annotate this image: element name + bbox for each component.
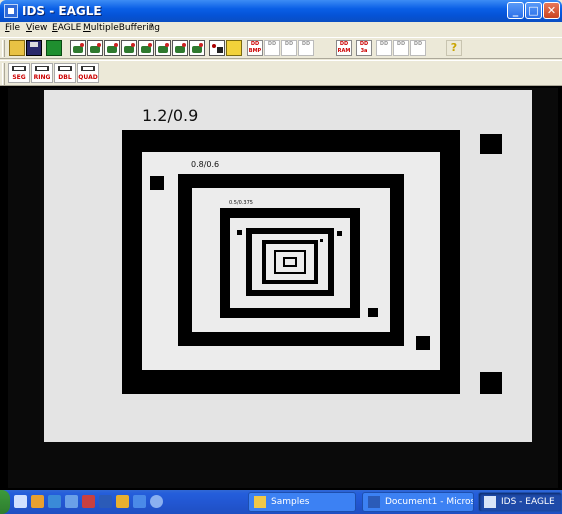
minimize-button[interactable]: _	[507, 2, 524, 19]
taskbar-button-ids-eagle[interactable]: IDS - EAGLE	[478, 492, 562, 512]
dd-red-2-icon[interactable]: DD RAM	[336, 40, 352, 56]
quicklaunch-icon-5[interactable]	[82, 495, 95, 508]
dd-grey-3-icon[interactable]: DD	[298, 40, 314, 56]
toolbar-grip[interactable]	[2, 40, 5, 57]
snapshot-icon[interactable]	[226, 40, 242, 56]
task-label: Document1 - Microsof...	[385, 497, 473, 507]
taskbar: Samples Document1 - Microsof... IDS - EA…	[0, 490, 562, 514]
calibration-target-image: 1.2/0.9 0.8/0.6 0.5/0.375	[8, 88, 558, 488]
quicklaunch-ie-icon[interactable]	[48, 495, 61, 508]
dbl-button[interactable]: DBL	[54, 63, 76, 83]
quicklaunch-icon-1[interactable]	[14, 495, 27, 508]
menu-file[interactable]: File	[5, 23, 20, 33]
dd-bmp-icon[interactable]: DD BMP	[247, 40, 263, 56]
maximize-button[interactable]: □	[525, 2, 542, 19]
quicklaunch-word-icon[interactable]	[99, 495, 112, 508]
ring-button[interactable]: RING	[31, 63, 53, 83]
camera-8-icon[interactable]	[189, 40, 205, 56]
menu-view[interactable]: View	[26, 23, 47, 33]
toolbar-grip[interactable]	[2, 63, 5, 85]
dd-grey-2-icon[interactable]: DD	[281, 40, 297, 56]
buffering-toolbar: SEG RING DBL QUAD	[0, 60, 562, 86]
dd-grey-6-icon[interactable]: DD	[410, 40, 426, 56]
start-button[interactable]	[0, 490, 10, 514]
camera-4-icon[interactable]	[121, 40, 137, 56]
camera-1-icon[interactable]	[70, 40, 86, 56]
title-bar[interactable]: IDS - EAGLE _ □ ✕	[0, 0, 562, 22]
taskbar-button-samples[interactable]: Samples	[248, 492, 356, 512]
dd-grey-1-icon[interactable]: DD	[264, 40, 280, 56]
word-document-icon	[368, 496, 380, 508]
menu-help[interactable]: ?	[149, 23, 154, 33]
seg-button[interactable]: SEG	[8, 63, 30, 83]
menu-eagle[interactable]: EAGLE	[52, 23, 81, 33]
camera-5-icon[interactable]	[138, 40, 154, 56]
help-icon[interactable]: ?	[446, 40, 462, 56]
app-icon[interactable]	[4, 4, 18, 18]
dd-grey-5-icon[interactable]: DD	[393, 40, 409, 56]
quicklaunch-icon-9[interactable]	[150, 495, 163, 508]
camera-7-icon[interactable]	[172, 40, 188, 56]
camera-6-icon[interactable]	[155, 40, 171, 56]
app-icon	[484, 496, 496, 508]
taskbar-button-document1[interactable]: Document1 - Microsof...	[362, 492, 474, 512]
quicklaunch-icon-4[interactable]	[65, 495, 78, 508]
camera-3-icon[interactable]	[104, 40, 120, 56]
green-camera-icon[interactable]	[46, 40, 62, 56]
close-button[interactable]: ✕	[543, 2, 560, 19]
menu-bar: File View EAGLE MultipleBuffering ?	[0, 22, 562, 36]
quad-button[interactable]: QUAD	[77, 63, 99, 83]
label-medium: 0.8/0.6	[191, 160, 219, 169]
film-icon[interactable]	[209, 40, 225, 56]
quicklaunch-outlook-icon[interactable]	[116, 495, 129, 508]
dd-grey-4-icon[interactable]: DD	[376, 40, 392, 56]
dd-red-3-icon[interactable]: DD 3a	[356, 40, 372, 56]
save-disk-icon[interactable]	[26, 40, 42, 56]
quicklaunch-icon-2[interactable]	[31, 495, 44, 508]
camera-image-view[interactable]: 1.2/0.9 0.8/0.6 0.5/0.375	[0, 86, 562, 490]
task-label: Samples	[271, 497, 310, 507]
folder-icon	[254, 496, 266, 508]
window-title: IDS - EAGLE	[22, 4, 102, 18]
label-small: 0.5/0.375	[229, 200, 253, 206]
task-label: IDS - EAGLE	[501, 497, 555, 507]
open-folder-icon[interactable]	[9, 40, 25, 56]
camera-2-icon[interactable]	[87, 40, 103, 56]
main-toolbar: DD BMP DD DD DD DD RAM DD 3a DD DD DD ?	[0, 37, 562, 59]
label-large: 1.2/0.9	[142, 106, 198, 125]
quicklaunch-icon-8[interactable]	[133, 495, 146, 508]
